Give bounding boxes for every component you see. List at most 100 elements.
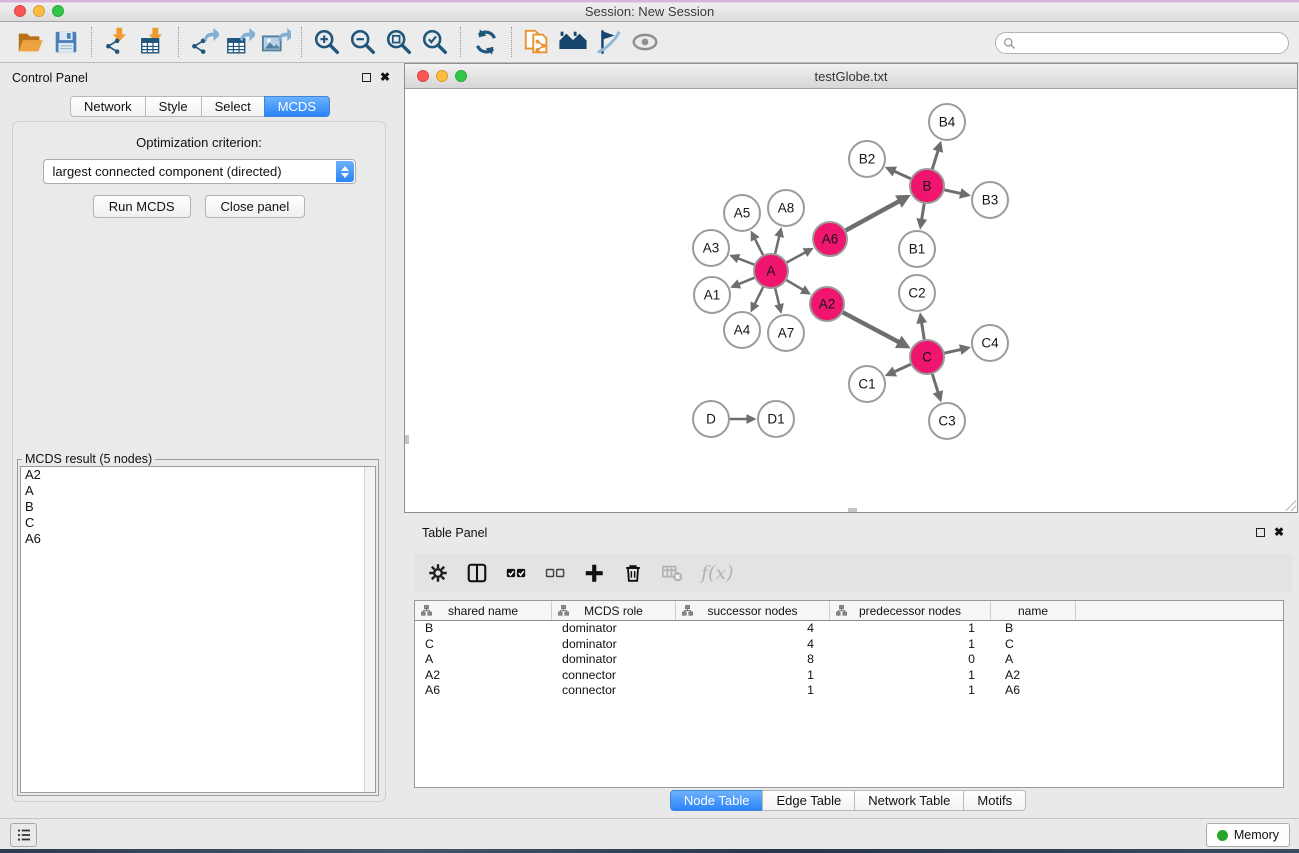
import-table-icon[interactable] <box>135 25 171 59</box>
edge-C-C4[interactable] <box>944 349 962 353</box>
table-row[interactable]: A2connector11A2 <box>415 668 1283 684</box>
search-input[interactable] <box>1020 36 1288 50</box>
run-mcds-button[interactable]: Run MCDS <box>93 195 191 218</box>
tab-mcds[interactable]: MCDS <box>264 96 330 117</box>
result-item[interactable]: A <box>21 483 375 499</box>
cell-name: B <box>991 621 1076 637</box>
float-table-panel-icon[interactable] <box>1256 528 1265 537</box>
toolbar-separator <box>178 27 179 57</box>
float-panel-icon[interactable] <box>362 73 371 82</box>
select-all-rows-icon[interactable] <box>504 561 528 585</box>
table-row[interactable]: Adominator80A <box>415 652 1283 668</box>
export-network-icon[interactable] <box>186 25 222 59</box>
edge-A-A7[interactable] <box>775 288 779 306</box>
tab-edge-table[interactable]: Edge Table <box>762 790 855 811</box>
tab-style[interactable]: Style <box>145 96 202 117</box>
column-label: name <box>1018 604 1048 618</box>
deselect-all-rows-icon[interactable] <box>543 561 567 585</box>
delete-table-icon <box>660 561 684 585</box>
export-image-icon[interactable] <box>258 25 294 59</box>
cell-MCDS-role: connector <box>552 683 676 699</box>
edge-A6-B[interactable] <box>845 201 899 231</box>
column-header-name[interactable]: name <box>991 601 1076 620</box>
criterion-value: largest connected component (directed) <box>53 164 282 179</box>
control-panel-title: Control Panel <box>12 71 88 85</box>
node-label-A4: A4 <box>734 323 751 338</box>
search-field[interactable] <box>995 32 1289 54</box>
result-item[interactable]: A2 <box>21 467 375 483</box>
edge-A-A6[interactable] <box>786 252 806 263</box>
network-graph[interactable]: AA1A2A3A4A5A6A7A8BB1B2B3B4CC1C2C3C4DD1 <box>405 90 1297 512</box>
edge-A-A1[interactable] <box>738 278 755 285</box>
edge-A-A3[interactable] <box>737 258 755 265</box>
new-network-from-selection-icon[interactable] <box>519 25 555 59</box>
canvas-bottom-mark <box>848 508 857 512</box>
delete-row-icon[interactable] <box>621 561 645 585</box>
tab-select[interactable]: Select <box>201 96 265 117</box>
result-list-scrollbar[interactable] <box>364 467 375 792</box>
network-canvas[interactable]: AA1A2A3A4A5A6A7A8BB1B2B3B4CC1C2C3C4DD1 <box>405 90 1297 512</box>
table-row[interactable]: A6connector11A6 <box>415 683 1283 699</box>
tab-motifs[interactable]: Motifs <box>963 790 1026 811</box>
edge-A-A2[interactable] <box>786 280 804 290</box>
tab-network-table[interactable]: Network Table <box>854 790 964 811</box>
add-row-icon[interactable] <box>582 561 606 585</box>
network-title: testGlobe.txt <box>405 69 1297 84</box>
open-session-icon[interactable] <box>12 25 48 59</box>
import-network-icon[interactable] <box>99 25 135 59</box>
column-header-successor-nodes[interactable]: successor nodes <box>676 601 830 620</box>
edge-A-A4[interactable] <box>754 287 763 305</box>
node-label-C1: C1 <box>858 377 875 392</box>
table-settings-icon[interactable] <box>426 561 450 585</box>
export-table-icon[interactable] <box>222 25 258 59</box>
mcds-result-list[interactable]: A2ABCA6 <box>20 466 376 793</box>
result-item[interactable]: C <box>21 515 375 531</box>
edge-B-B3[interactable] <box>944 190 962 194</box>
zoom-selected-icon[interactable] <box>417 25 453 59</box>
column-header-shared-name[interactable]: shared name <box>415 601 552 620</box>
show-panels-button[interactable] <box>10 823 37 847</box>
result-item[interactable]: B <box>21 499 375 515</box>
column-header-MCDS-role[interactable]: MCDS role <box>552 601 676 620</box>
edge-arrowhead <box>916 218 927 230</box>
criterion-dropdown[interactable]: largest connected component (directed) <box>43 159 356 184</box>
toolbar-separator <box>91 27 92 57</box>
refresh-icon[interactable] <box>468 25 504 59</box>
zoom-out-icon[interactable] <box>345 25 381 59</box>
edge-A-A5[interactable] <box>755 238 764 255</box>
node-table[interactable]: shared nameMCDS role successor nodes prede… <box>414 600 1284 788</box>
table-row[interactable]: Cdominator41C <box>415 637 1283 653</box>
save-session-icon[interactable] <box>48 25 84 59</box>
cell-predecessor-nodes: 1 <box>830 668 991 684</box>
memory-button[interactable]: Memory <box>1206 823 1290 847</box>
close-panel-icon[interactable]: ✖ <box>380 72 390 82</box>
close-table-panel-icon[interactable]: ✖ <box>1274 527 1284 537</box>
edge-C-C2[interactable] <box>921 322 924 340</box>
hide-graphics-details-icon[interactable] <box>591 25 627 59</box>
column-label: successor nodes <box>707 604 797 618</box>
zoom-fit-icon[interactable] <box>381 25 417 59</box>
column-header-predecessor-nodes[interactable]: predecessor nodes <box>830 601 991 620</box>
tab-network[interactable]: Network <box>70 96 146 117</box>
table-row[interactable]: Bdominator41B <box>415 621 1283 637</box>
edge-C-C3[interactable] <box>932 374 938 394</box>
close-panel-button[interactable]: Close panel <box>205 195 306 218</box>
zoom-in-icon[interactable] <box>309 25 345 59</box>
edge-B-B4[interactable] <box>932 150 938 170</box>
edge-B-B1[interactable] <box>922 203 925 220</box>
first-neighbors-icon[interactable] <box>555 25 591 59</box>
result-item[interactable]: A6 <box>21 531 375 547</box>
cell-name: A2 <box>991 668 1076 684</box>
node-label-A6: A6 <box>822 232 839 247</box>
show-columns-icon[interactable] <box>465 561 489 585</box>
edge-B-B2[interactable] <box>893 171 911 179</box>
edge-A2-C[interactable] <box>842 312 899 342</box>
edge-A-A8[interactable] <box>775 235 779 254</box>
memory-label: Memory <box>1234 828 1279 842</box>
edge-C-C1[interactable] <box>893 364 911 372</box>
tab-node-table[interactable]: Node Table <box>670 790 764 811</box>
node-label-D1: D1 <box>767 412 784 427</box>
show-graphics-details-icon[interactable] <box>627 25 663 59</box>
node-label-C: C <box>922 350 932 365</box>
node-label-D: D <box>706 412 716 427</box>
